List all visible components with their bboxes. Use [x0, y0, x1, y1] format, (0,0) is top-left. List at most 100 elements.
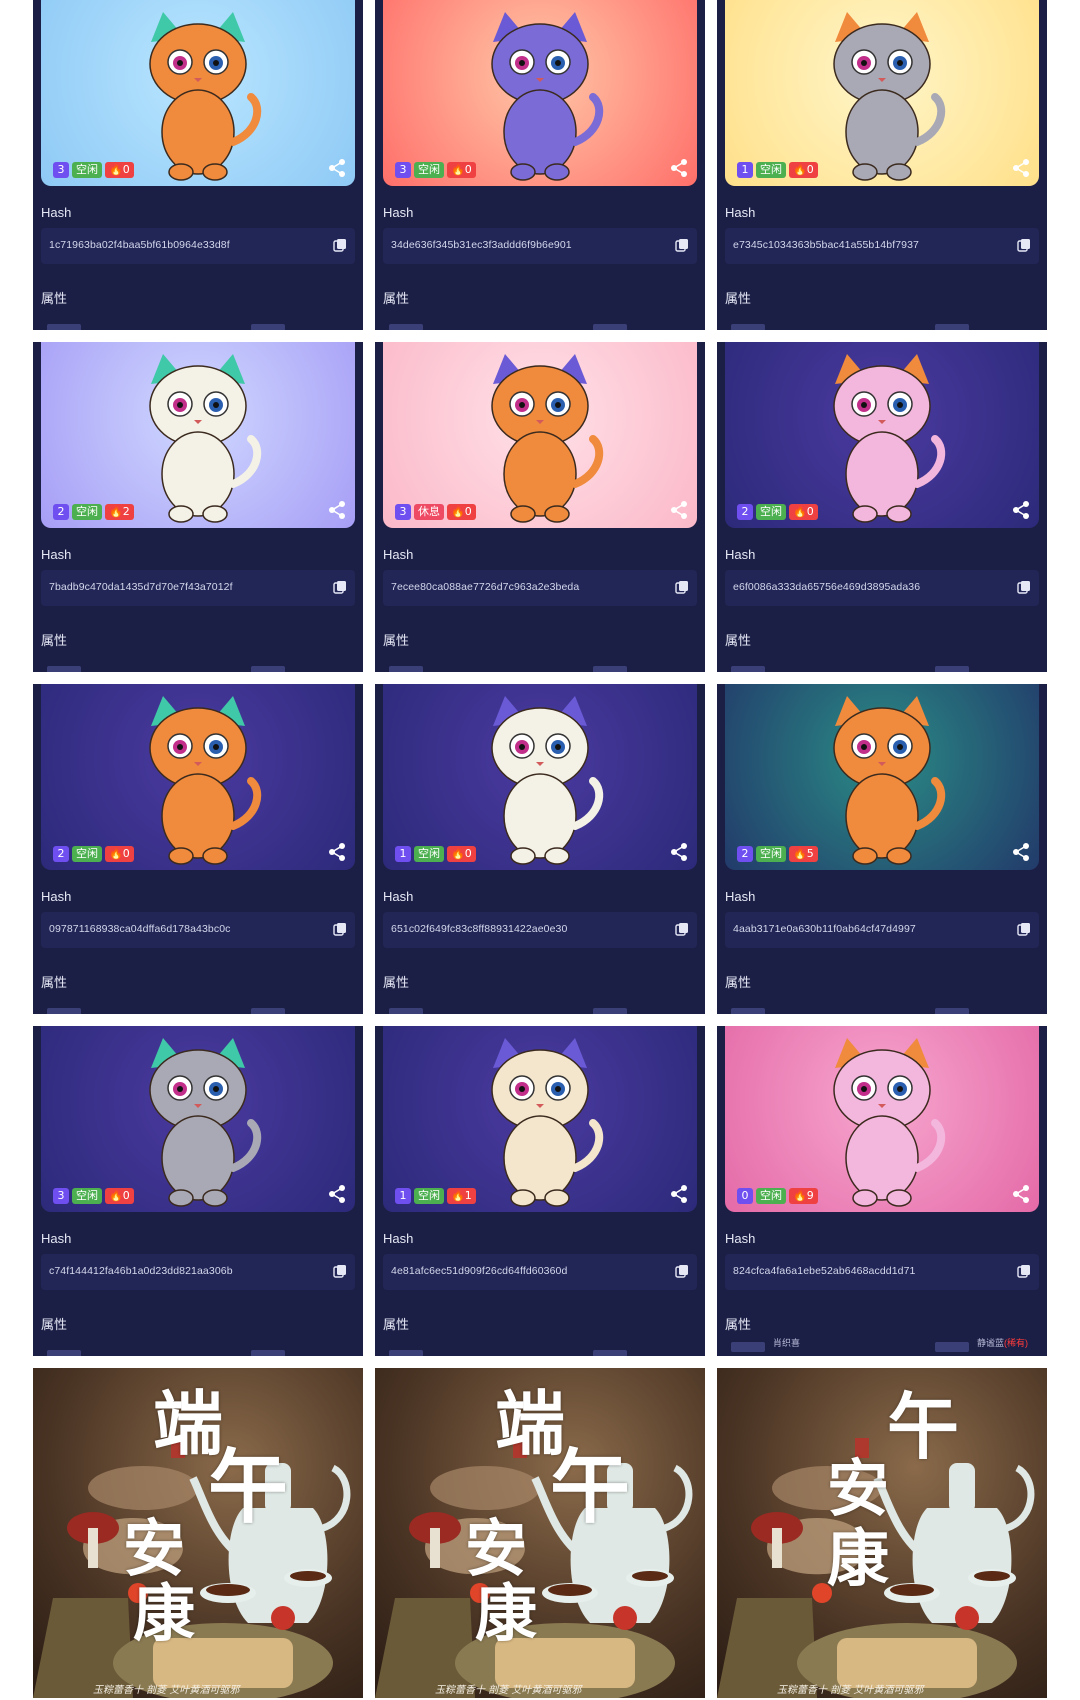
copy-icon[interactable] — [1017, 922, 1031, 936]
attributes-row — [41, 660, 355, 672]
attribute-chip — [935, 1342, 969, 1352]
copy-icon[interactable] — [1017, 1264, 1031, 1278]
status-badge: 空闲 — [72, 162, 102, 178]
cat-illustration — [149, 354, 262, 523]
nft-card[interactable]: 3 空闲 🔥0 Hash c74f144412fa46b1a0d23dd821a… — [33, 1026, 363, 1356]
share-icon[interactable] — [669, 1184, 689, 1204]
copy-icon[interactable] — [675, 580, 689, 594]
hash-label: Hash — [725, 1231, 756, 1246]
copy-icon[interactable] — [333, 580, 347, 594]
hash-field: 7badb9c470da1435d7d70e7f43a7012f — [41, 570, 355, 606]
attributes-label: 属性 — [383, 291, 410, 306]
copy-icon[interactable] — [1017, 580, 1031, 594]
nft-card[interactable]: 3 空闲 🔥0 Hash 34de636f345b31ec3f3addd6f9b… — [375, 0, 705, 330]
nft-card[interactable]: 1 空闲 🔥0 Hash 651c02f649fc83c8ff88931422a… — [375, 684, 705, 1014]
status-badge: 空闲 — [414, 846, 444, 862]
cat-illustration — [491, 696, 604, 865]
likes-count: 9 — [806, 1189, 814, 1202]
copy-icon[interactable] — [675, 238, 689, 252]
cat-illustration — [833, 12, 946, 181]
nft-card[interactable]: 3 空闲 🔥0 Hash 1c71963ba02f4baa5bf61b0964e… — [33, 0, 363, 330]
attributes-label: 属性 — [725, 975, 752, 990]
festival-poster[interactable]: 端午安康 玉粽蕾香十 剖菱 艾叶黄酒可驱邪 — [33, 1368, 363, 1698]
likes-count: 0 — [464, 505, 472, 518]
likes-badge: 🔥0 — [447, 504, 476, 520]
copy-icon[interactable] — [333, 922, 347, 936]
status-badge: 空闲 — [756, 162, 786, 178]
nft-card[interactable]: 3 休息 🔥0 Hash 7ecee80ca088ae7726d7c963a2e… — [375, 342, 705, 672]
attribute-chip — [935, 666, 969, 672]
likes-count: 5 — [806, 847, 814, 860]
share-icon[interactable] — [327, 842, 347, 862]
hash-label: Hash — [725, 205, 756, 220]
hash-label: Hash — [725, 889, 756, 904]
share-icon[interactable] — [1011, 842, 1031, 862]
badge-row: 2 空闲 🔥2 — [53, 504, 134, 520]
share-icon[interactable] — [1011, 158, 1031, 178]
cat-illustration — [149, 696, 262, 865]
copy-icon[interactable] — [675, 1264, 689, 1278]
nft-image[interactable]: 3 空闲 🔥0 — [41, 0, 355, 186]
nft-image[interactable]: 1 空闲 🔥1 — [383, 1026, 697, 1212]
nft-image[interactable]: 2 空闲 🔥2 — [41, 342, 355, 528]
attributes-label: 属性 — [725, 633, 752, 648]
festival-poster[interactable]: 午安康 玉粽蕾香十 剖菱 艾叶黄酒可驱邪 — [717, 1368, 1047, 1698]
nft-card[interactable]: 0 空闲 🔥9 Hash 824cfca4fa6a1ebe52ab6468acd… — [717, 1026, 1047, 1356]
nft-card[interactable]: 1 空闲 🔥1 Hash 4e81afc6ec51d909f26cd64ffd6… — [375, 1026, 705, 1356]
share-icon[interactable] — [327, 158, 347, 178]
share-icon[interactable] — [327, 1184, 347, 1204]
generation-badge: 1 — [737, 162, 753, 178]
attribute-chip — [251, 324, 285, 330]
nft-image[interactable]: 1 空闲 🔥0 — [383, 684, 697, 870]
hash-field: 4aab3171e0a630b11f0ab64cf47d4997 — [725, 912, 1039, 948]
nft-image[interactable]: 2 空闲 🔥0 — [41, 684, 355, 870]
attribute-chip — [935, 324, 969, 330]
nft-image[interactable]: 3 空闲 🔥0 — [41, 1026, 355, 1212]
nft-image[interactable]: 1 空闲 🔥0 — [725, 0, 1039, 186]
nft-image[interactable]: 2 空闲 🔥5 — [725, 684, 1039, 870]
nft-image[interactable]: 3 休息 🔥0 — [383, 342, 697, 528]
likes-badge: 🔥0 — [105, 1188, 134, 1204]
generation-badge: 3 — [53, 162, 69, 178]
nft-card[interactable]: 2 空闲 🔥0 Hash 097871168938ca04dffa6d178a4… — [33, 684, 363, 1014]
nft-card[interactable]: 2 空闲 🔥2 Hash 7badb9c470da1435d7d70e7f43a… — [33, 342, 363, 672]
likes-badge: 🔥9 — [789, 1188, 818, 1204]
likes-count: 2 — [122, 505, 130, 518]
copy-icon[interactable] — [1017, 238, 1031, 252]
share-icon[interactable] — [327, 500, 347, 520]
nft-card[interactable]: 2 空闲 🔥5 Hash 4aab3171e0a630b11f0ab64cf47… — [717, 684, 1047, 1014]
attributes-row — [383, 318, 697, 330]
share-icon[interactable] — [669, 500, 689, 520]
festival-poster[interactable]: 端午安康 玉粽蕾香十 剖菱 艾叶黄酒可驱邪 — [375, 1368, 705, 1698]
copy-icon[interactable] — [675, 922, 689, 936]
hash-value: 097871168938ca04dffa6d178a43bc0c — [49, 923, 231, 935]
copy-icon[interactable] — [333, 1264, 347, 1278]
attributes-row — [41, 1344, 355, 1356]
hash-label: Hash — [41, 1231, 72, 1246]
nft-card[interactable]: 1 空闲 🔥0 Hash e7345c1034363b5bac41a55b14b… — [717, 0, 1047, 330]
poster-calligraphy-char: 康 — [827, 1522, 890, 1595]
hash-value: 4aab3171e0a630b11f0ab64cf47d4997 — [733, 923, 916, 935]
likes-badge: 🔥0 — [447, 846, 476, 862]
attribute-chip — [731, 1008, 765, 1014]
nft-image[interactable]: 2 空闲 🔥0 — [725, 342, 1039, 528]
generation-badge: 3 — [395, 162, 411, 178]
nft-image[interactable]: 0 空闲 🔥9 — [725, 1026, 1039, 1212]
share-icon[interactable] — [669, 842, 689, 862]
share-icon[interactable] — [1011, 1184, 1031, 1204]
nft-image[interactable]: 3 空闲 🔥0 — [383, 0, 697, 186]
attributes-label: 属性 — [41, 291, 68, 306]
hash-field: 1c71963ba02f4baa5bf61b0964e33d8f — [41, 228, 355, 264]
attribute-chip — [731, 666, 765, 672]
copy-icon[interactable] — [333, 238, 347, 252]
hash-field: c74f144412fa46b1a0d23dd821aa306b — [41, 1254, 355, 1290]
nft-card[interactable]: 2 空闲 🔥0 Hash e6f0086a333da65756e469d3895… — [717, 342, 1047, 672]
hash-field: 34de636f345b31ec3f3addd6f9b6e901 — [383, 228, 697, 264]
generation-badge: 1 — [395, 846, 411, 862]
attribute-chip — [47, 1008, 81, 1014]
share-icon[interactable] — [669, 158, 689, 178]
share-icon[interactable] — [1011, 500, 1031, 520]
status-badge: 空闲 — [756, 846, 786, 862]
poster-tagline: 玉粽蕾香十 剖菱 艾叶黄酒可驱邪 — [777, 1685, 924, 1696]
likes-count: 1 — [464, 1189, 472, 1202]
